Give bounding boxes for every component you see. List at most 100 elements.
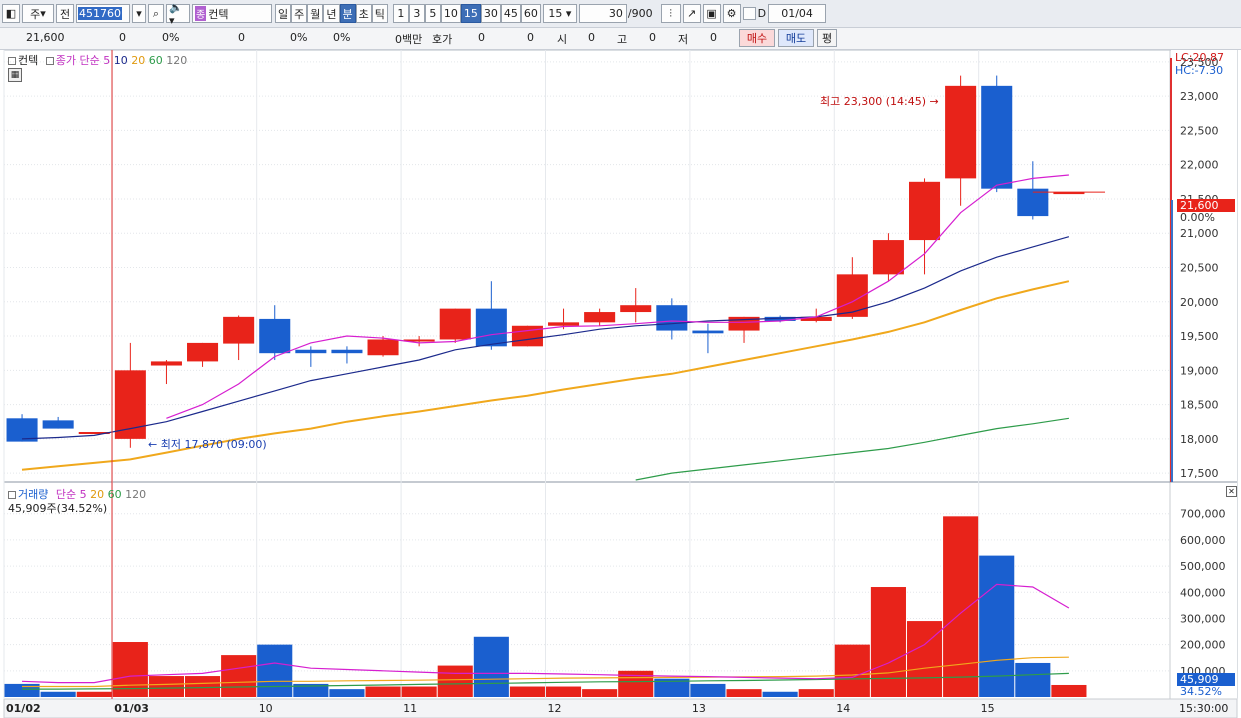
hc-label: HC:-7.30 xyxy=(1175,64,1224,77)
volume-bar xyxy=(76,691,112,697)
period-tab-0[interactable]: 일 xyxy=(275,4,292,23)
period-tab-5[interactable]: 초 xyxy=(355,4,372,23)
interval-tab-1[interactable]: 3 xyxy=(408,4,425,23)
period-tab-3[interactable]: 년 xyxy=(323,4,340,23)
price-tick-label: 18,500 xyxy=(1180,399,1219,412)
volume-bar xyxy=(943,516,979,697)
interval-tab-2[interactable]: 5 xyxy=(424,4,441,23)
stock-code-input[interactable]: 451760 xyxy=(76,4,130,23)
candle-body xyxy=(584,312,616,323)
grid-table-icon[interactable]: ▦ xyxy=(8,68,22,82)
volume-bar xyxy=(690,683,726,697)
interval-tab-5[interactable]: 30 xyxy=(480,4,501,23)
hoga-value-1: 0 xyxy=(478,31,485,44)
candle-body xyxy=(150,361,182,366)
vol-legend-ma60: 60 xyxy=(107,488,122,501)
period-tabs: 일주월년분초틱 xyxy=(275,4,388,23)
volume-bar xyxy=(906,621,943,697)
panel-icon[interactable]: ◧ xyxy=(2,4,20,23)
period-tab-4[interactable]: 분 xyxy=(339,4,356,23)
x-tick-label: 01/02 xyxy=(6,702,41,715)
current-pct-tag: 0.00% xyxy=(1180,211,1215,224)
chart-area[interactable]: 23,50023,00022,50022,00021,50021,00020,5… xyxy=(0,50,1241,718)
candle-body xyxy=(187,342,219,362)
volume-menu-icon[interactable] xyxy=(8,491,16,499)
high-annotation-text: 최고 23,300 (14:45) xyxy=(820,95,927,108)
current-volume-pct: 34.52% xyxy=(1180,685,1222,698)
volume-bar xyxy=(582,689,618,697)
volume-tick-label: 400,000 xyxy=(1180,586,1226,599)
candle-body xyxy=(42,420,74,429)
second-pct: 0% xyxy=(333,31,351,44)
sell-button[interactable]: 매도 xyxy=(778,29,814,47)
volume-tick-label: 500,000 xyxy=(1180,560,1226,573)
settings-gear-icon[interactable]: ⚙ xyxy=(722,4,741,23)
interval-tabs: 1 3 5 10 15 30 45 60 xyxy=(392,4,541,23)
high-value: 0 xyxy=(649,31,656,44)
candle-style-icon[interactable]: ⫶ xyxy=(660,4,681,23)
legend-ma60: 60 xyxy=(148,54,163,67)
period-tab-2[interactable]: 월 xyxy=(307,4,324,23)
price-change-pct: 0% xyxy=(162,31,180,44)
period-tab-6[interactable]: 틱 xyxy=(371,4,388,23)
candlestick-chart[interactable]: 23,50023,00022,50022,00021,50021,00020,5… xyxy=(0,50,1241,718)
prev-button[interactable]: 전 xyxy=(56,4,74,23)
interval-tab-0[interactable]: 1 xyxy=(392,4,409,23)
date-value: 01/04 xyxy=(781,7,813,20)
current-price: 21,600 xyxy=(26,31,65,44)
volume-bar xyxy=(834,644,870,697)
code-dropdown-button[interactable]: ▾ xyxy=(132,4,146,23)
legend-stock-name: 컨텍 xyxy=(18,54,39,67)
date-checkbox[interactable] xyxy=(742,7,756,20)
hoga-value-2: 0 xyxy=(527,31,534,44)
period-tab-1[interactable]: 주 xyxy=(291,4,308,23)
interval-tab-3[interactable]: 10 xyxy=(440,4,461,23)
close-panel-icon[interactable]: ✕ xyxy=(1226,486,1237,497)
time-right: 15:30:00 xyxy=(1179,702,1229,715)
search-icon[interactable]: ⌕ xyxy=(148,4,164,23)
volume-bar xyxy=(762,691,798,697)
stock-name-value: 컨텍 xyxy=(208,7,229,21)
stock-type-select[interactable]: 주 ▾ xyxy=(22,4,54,23)
volume-bar xyxy=(437,665,473,697)
stock-name-field[interactable]: 종 컨텍 xyxy=(192,4,272,23)
candle-body xyxy=(872,240,904,275)
interval-tab-7[interactable]: 60 xyxy=(520,4,541,23)
open-label: 시 xyxy=(557,33,568,46)
pager-input[interactable]: 30 xyxy=(578,4,627,23)
price-tick-label: 17,500 xyxy=(1180,467,1219,480)
interval-select[interactable]: 15 ▾ xyxy=(542,4,577,23)
volume-bar xyxy=(365,686,401,697)
buy-button[interactable]: 매수 xyxy=(739,29,775,47)
x-tick-label: 10 xyxy=(259,702,273,715)
legend-ma-icon xyxy=(45,57,54,65)
sound-icon[interactable]: 🔈▾ xyxy=(166,1,190,27)
candle-body xyxy=(331,349,363,354)
stock-type-label: 주 xyxy=(30,7,41,21)
price-tick-label: 19,000 xyxy=(1180,364,1219,377)
legend-ma5: 5 xyxy=(103,54,111,67)
interval-tab-6[interactable]: 45 xyxy=(500,4,521,23)
candle-body xyxy=(223,316,255,344)
save-icon[interactable]: ▣ xyxy=(702,4,721,23)
price-tick-label: 22,500 xyxy=(1180,124,1219,137)
candle-body xyxy=(367,339,399,356)
candle-body xyxy=(548,322,580,326)
date-input[interactable]: 01/04 xyxy=(768,4,827,23)
legend-ma10: 10 xyxy=(113,54,128,67)
price-tick-label: 20,000 xyxy=(1180,296,1219,309)
date-checkbox-label: D xyxy=(757,7,767,20)
volume-bar xyxy=(40,691,76,697)
panel-menu-icon[interactable] xyxy=(8,57,16,65)
x-tick-label: 12 xyxy=(547,702,561,715)
candle-body xyxy=(945,85,977,179)
average-button[interactable]: 평 xyxy=(817,29,837,47)
price-tick-label: 23,000 xyxy=(1180,90,1219,103)
high-label: 고 xyxy=(617,33,628,46)
volume-bar xyxy=(1015,662,1051,697)
price-tick-label: 18,000 xyxy=(1180,433,1219,446)
volume-bar xyxy=(329,689,365,697)
draw-tool-icon[interactable]: ↗ xyxy=(682,4,701,23)
interval-tab-4[interactable]: 15 xyxy=(460,4,481,23)
price-change: 0 xyxy=(119,31,126,44)
